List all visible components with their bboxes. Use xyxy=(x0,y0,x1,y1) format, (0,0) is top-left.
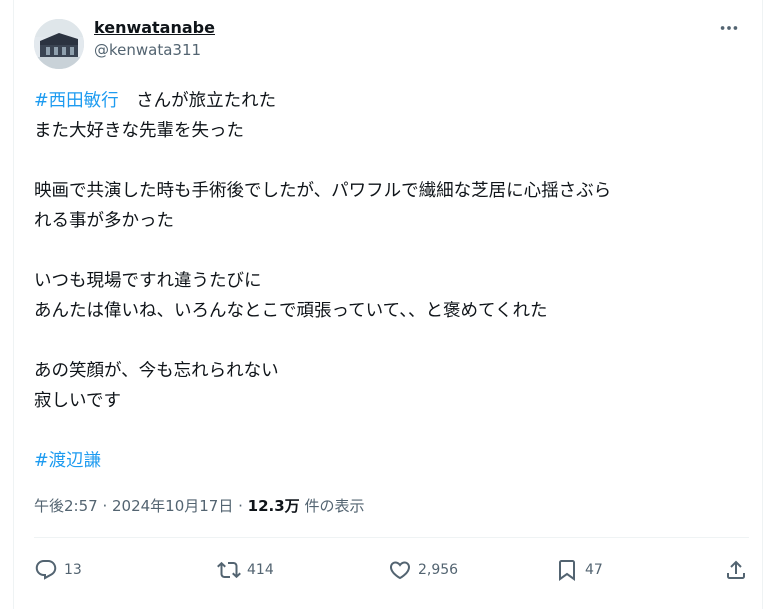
reply-icon xyxy=(35,560,57,580)
tweet-line-text: さんが旅立たれた xyxy=(118,91,277,111)
tweet-line: れる事が多かった xyxy=(34,211,174,231)
bookmark-button[interactable]: 47 xyxy=(555,553,603,587)
tweet-card: kenwatanabe @kenwata311 #西田敏行 さんが旅立たれた ま… xyxy=(13,0,763,609)
tweet-line: あんたは偉いね、いろんなとこで頑張っていて、、と褒めてくれた xyxy=(34,301,548,321)
tweet-line: #渡辺謙 xyxy=(34,446,749,476)
share-button[interactable] xyxy=(724,553,748,587)
reply-count: 13 xyxy=(64,562,82,578)
like-count: 2,956 xyxy=(418,562,459,578)
hashtag-link[interactable]: #西田敏行 xyxy=(34,91,119,111)
tweet-line: また大好きな先輩を失った xyxy=(34,121,244,141)
action-bar: 13 414 2,956 47 xyxy=(34,553,754,587)
display-name[interactable]: kenwatanabe xyxy=(94,17,215,39)
more-options-button[interactable] xyxy=(714,16,744,40)
like-button[interactable]: 2,956 xyxy=(388,553,458,587)
post-date[interactable]: 2024年10月17日 xyxy=(112,497,233,515)
avatar-image xyxy=(34,19,84,69)
tweet-line: あの笑顔が、今も忘れられない xyxy=(34,361,279,381)
hashtag-link[interactable]: #渡辺謙 xyxy=(34,451,101,471)
bookmark-icon xyxy=(559,560,575,581)
post-time[interactable]: 午後2:57 xyxy=(34,497,98,515)
tweet-text: #西田敏行 さんが旅立たれた また大好きな先輩を失った 映画で共演した時も手術後… xyxy=(34,86,749,476)
meta-separator: · xyxy=(97,497,112,515)
share-icon xyxy=(727,560,745,579)
retweet-button[interactable]: 414 xyxy=(217,553,274,587)
avatar[interactable] xyxy=(34,19,84,69)
tweet-line: いつも現場ですれ違うたびに xyxy=(34,271,262,291)
view-count[interactable]: 12.3万 xyxy=(248,497,300,515)
reply-button[interactable]: 13 xyxy=(34,553,82,587)
more-icon xyxy=(720,26,738,30)
bookmark-count: 47 xyxy=(585,562,603,578)
tweet-line: #西田敏行 さんが旅立たれた xyxy=(34,86,749,116)
retweet-icon xyxy=(217,561,241,579)
user-info: kenwatanabe @kenwata311 xyxy=(94,17,215,60)
tweet-line: 映画で共演した時も手術後でしたが、パワフルで繊細な芝居に心揺さぶら xyxy=(34,181,612,201)
view-label: 件の表示 xyxy=(299,497,365,515)
tweet-line: 寂しいです xyxy=(34,391,121,411)
retweet-count: 414 xyxy=(247,562,274,578)
heart-icon xyxy=(389,561,411,580)
meta-separator: · xyxy=(233,497,248,515)
divider xyxy=(34,537,749,538)
tweet-metadata: 午後2:57 · 2024年10月17日 · 12.3万 件の表示 xyxy=(34,495,364,517)
user-handle[interactable]: @kenwata311 xyxy=(94,40,215,60)
